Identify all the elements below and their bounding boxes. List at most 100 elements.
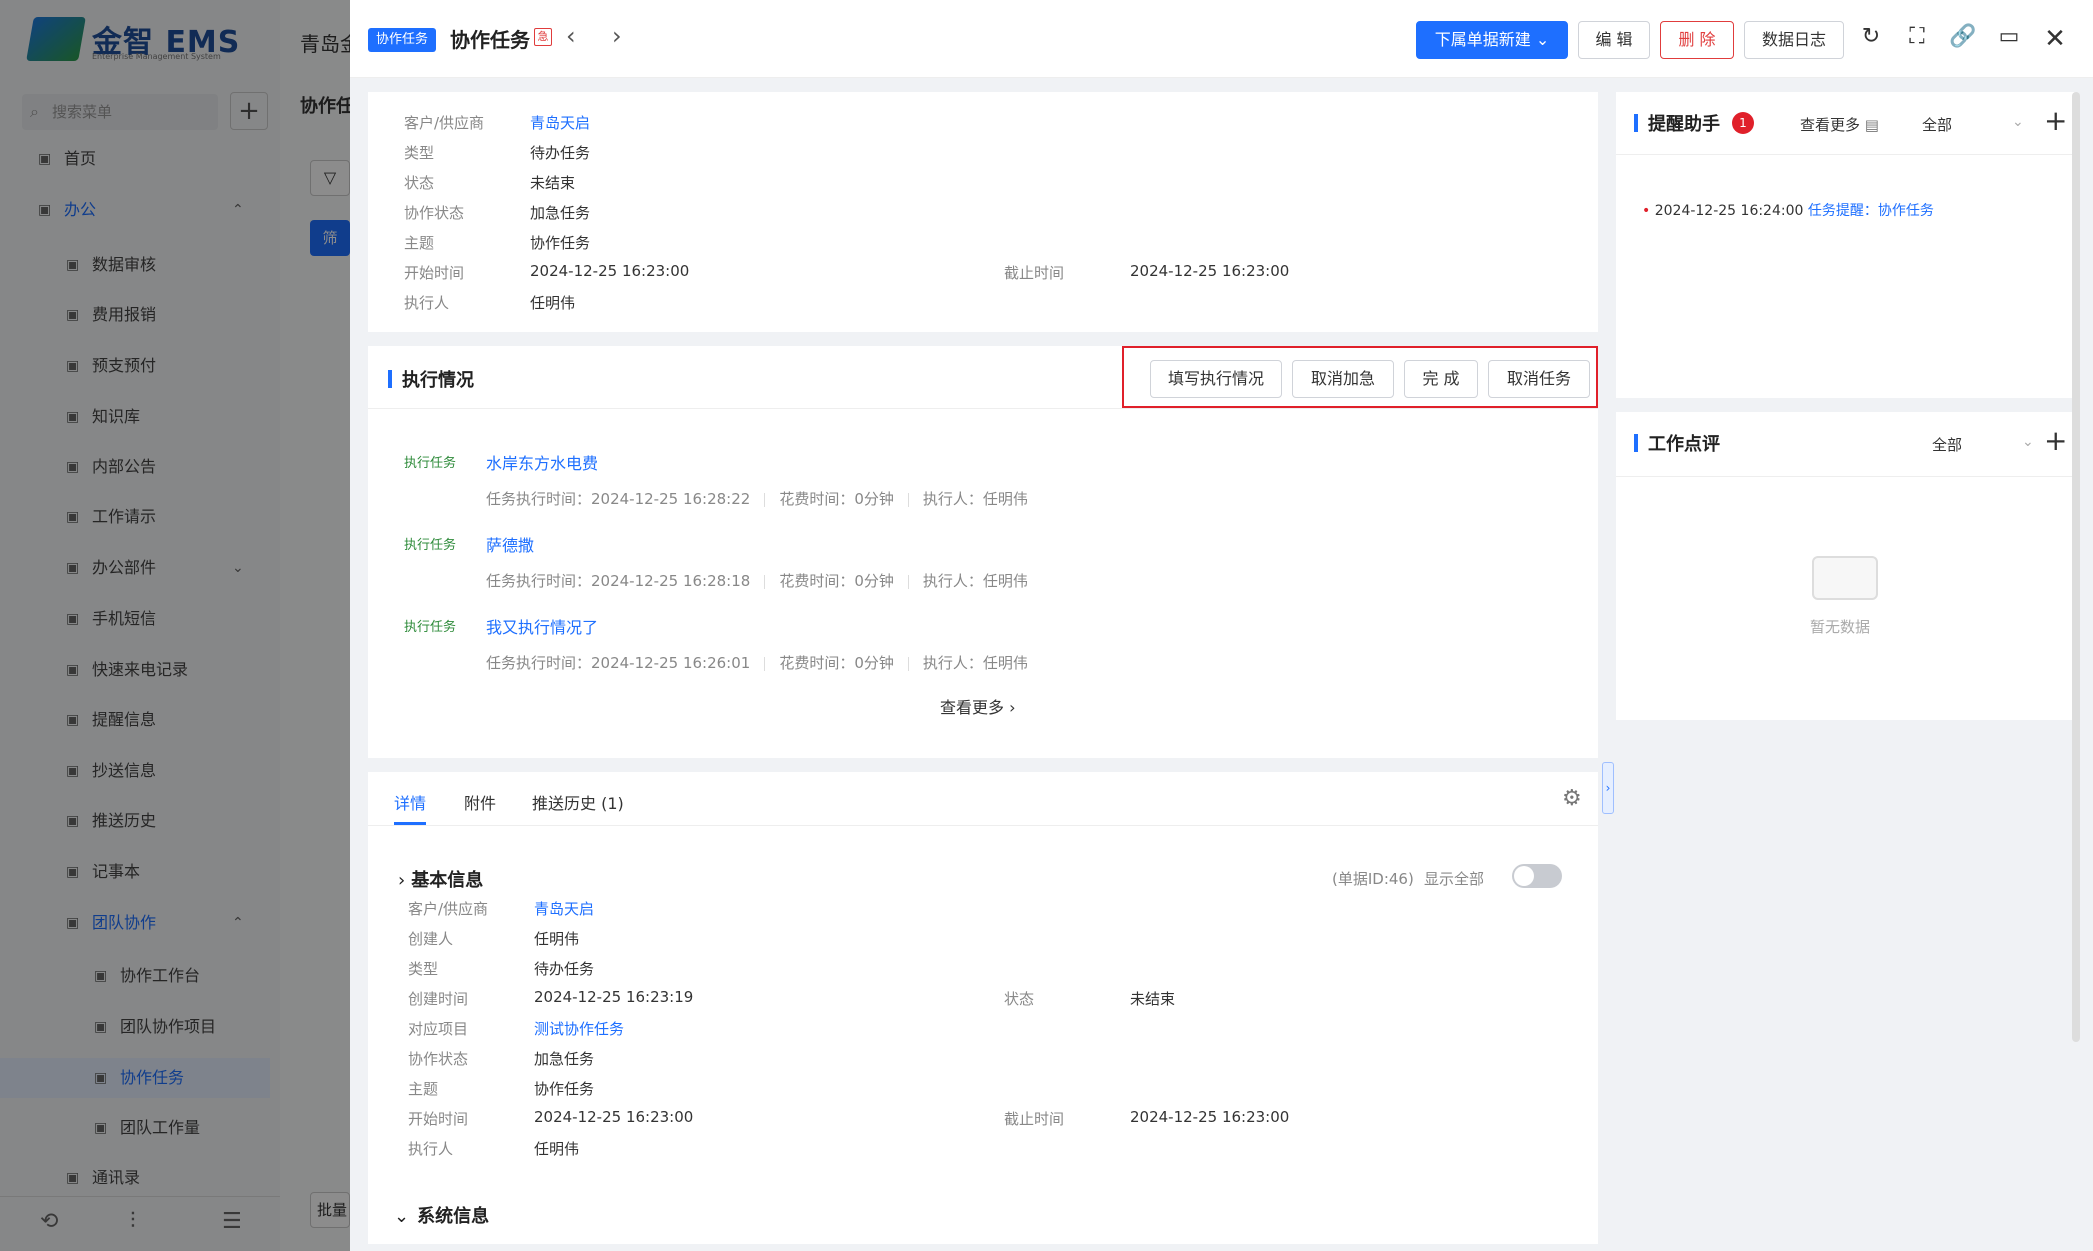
field-label: 执行人 — [404, 294, 450, 312]
tab-details[interactable]: 详情 — [394, 790, 426, 814]
execution-cost: 花费时间：0分钟 — [779, 572, 894, 590]
chevron-down-icon[interactable]: ⌄ — [2022, 434, 2034, 450]
prev-record-icon[interactable]: ‹ — [566, 22, 576, 50]
execution-executor: 执行人：任明伟 — [922, 654, 1028, 672]
execution-executor: 执行人：任明伟 — [922, 572, 1028, 590]
detail-card: 详情 附件 推送历史 (1) ⚙ › 基本信息 (单据ID:46) 显示全部 客户… — [368, 772, 1598, 1244]
chevron-down-icon: ⌄ — [394, 1206, 410, 1227]
modal-overlay[interactable] — [0, 0, 350, 1251]
chevron-down-icon: ⌄ — [1535, 30, 1550, 49]
execution-title: 执行情况 — [388, 366, 474, 392]
field-label: 执行人 — [408, 1140, 454, 1158]
execution-time: 任务执行时间：2024-12-25 16:28:18 — [486, 572, 751, 590]
divider — [368, 825, 1598, 826]
complete-button[interactable]: 完 成 — [1404, 360, 1478, 398]
reminder-item[interactable]: • 2024-12-25 16:24:00 任务提醒：协作任务 — [1642, 200, 1934, 220]
chevron-right-icon: › — [1009, 698, 1016, 717]
divider — [1616, 476, 2076, 477]
field-value[interactable]: 测试协作任务 — [534, 1018, 624, 1039]
urgent-icon: 急 — [534, 28, 552, 46]
view-more-label: 查看更多 — [940, 698, 1005, 717]
data-log-button[interactable]: 数据日志 — [1744, 21, 1844, 59]
field-label: 状态 — [1004, 990, 1035, 1008]
cancel-task-button[interactable]: 取消任务 — [1488, 360, 1590, 398]
reminder-link[interactable]: 任务提醒：协作任务 — [1808, 203, 1934, 219]
execution-cost: 花费时间：0分钟 — [779, 654, 894, 672]
drawer-header: 协作任务 协作任务 急 ‹ › 下属单据新建 ⌄ 编 辑 删 除 数据日志 ↻ … — [350, 0, 2093, 78]
field-label: 开始时间 — [404, 264, 465, 282]
field-value[interactable]: 青岛天启 — [534, 898, 594, 919]
field-label: 开始时间 — [408, 1110, 469, 1128]
execution-time: 任务执行时间：2024-12-25 16:26:01 — [486, 654, 751, 672]
scrollbar[interactable] — [2072, 92, 2080, 1042]
field-label: 截止时间 — [1004, 1110, 1065, 1128]
field-value[interactable]: 青岛天启 — [530, 112, 590, 133]
layout-icon[interactable]: ▭ — [1994, 24, 2024, 49]
execution-title-link[interactable]: 萨德撒 — [486, 532, 534, 556]
tab-attachments[interactable]: 附件 — [464, 790, 496, 814]
field-label: 主题 — [404, 234, 435, 252]
delete-button[interactable]: 删 除 — [1660, 21, 1734, 59]
field-value: 未结束 — [530, 174, 576, 192]
task-detail-drawer: 协作任务 协作任务 急 ‹ › 下属单据新建 ⌄ 编 辑 删 除 数据日志 ↻ … — [350, 0, 2093, 1251]
divider — [1616, 154, 2076, 155]
field-label: 创建时间 — [408, 990, 469, 1008]
field-label: 协作状态 — [408, 1050, 469, 1068]
review-card: 工作点评 全部 ⌄ + 暂无数据 — [1616, 412, 2076, 720]
execution-meta: 任务执行时间：2024-12-25 16:26:01 花费时间：0分钟 执行人：任明… — [486, 652, 1028, 673]
new-sub-record-button[interactable]: 下属单据新建 ⌄ — [1416, 21, 1568, 59]
system-info-title: 系统信息 — [417, 1206, 490, 1227]
system-info-header[interactable]: ⌄ 系统信息 — [394, 1202, 489, 1228]
book-icon: ▤ — [1864, 116, 1879, 134]
add-review-icon[interactable]: + — [2044, 424, 2067, 457]
execution-title-link[interactable]: 我又执行情况了 — [486, 614, 598, 638]
cancel-urgent-button[interactable]: 取消加急 — [1292, 360, 1394, 398]
reminder-title: 提醒助手 — [1634, 110, 1720, 136]
divider — [368, 408, 1598, 409]
drawer-title: 协作任务 — [450, 28, 530, 52]
field-value: 任明伟 — [534, 930, 580, 948]
edit-button[interactable]: 编 辑 — [1578, 21, 1650, 59]
execution-time: 任务执行时间：2024-12-25 16:28:22 — [486, 490, 751, 508]
review-filter-select[interactable]: 全部 — [1932, 434, 1962, 455]
new-sub-record-label: 下属单据新建 — [1434, 30, 1531, 49]
field-value: 加急任务 — [530, 204, 591, 222]
collapse-panel-icon[interactable]: › — [1602, 762, 1614, 814]
reminder-filter-select[interactable]: 全部 — [1922, 114, 1952, 135]
view-more-link[interactable]: 查看更多 › — [940, 694, 1016, 718]
field-label: 创建人 — [408, 930, 454, 948]
reminder-time: 2024-12-25 16:24:00 — [1654, 203, 1804, 219]
next-record-icon[interactable]: › — [612, 22, 622, 50]
execution-meta: 任务执行时间：2024-12-25 16:28:22 花费时间：0分钟 执行人：任明… — [486, 488, 1028, 509]
execution-card: 执行情况 填写执行情况 取消加急 完 成 取消任务 执行任务 水岸东方水电费 任务执… — [368, 346, 1598, 758]
fill-execution-button[interactable]: 填写执行情况 — [1150, 360, 1282, 398]
field-label: 客户/供应商 — [408, 900, 489, 918]
field-label: 类型 — [408, 960, 439, 978]
gear-icon[interactable]: ⚙ — [1562, 786, 1582, 811]
show-all-toggle[interactable] — [1512, 864, 1562, 888]
execution-meta: 任务执行时间：2024-12-25 16:28:18 花费时间：0分钟 执行人：任明… — [486, 570, 1028, 591]
link-icon[interactable]: 🔗 — [1948, 24, 1978, 49]
field-label: 状态 — [404, 174, 435, 192]
field-value: 2024-12-25 16:23:00 — [534, 1108, 694, 1126]
basic-info-header[interactable]: › 基本信息 — [398, 866, 483, 892]
review-title: 工作点评 — [1634, 430, 1720, 456]
field-value: 2024-12-25 16:23:00 — [530, 262, 690, 280]
field-label: 截止时间 — [1004, 264, 1065, 282]
reminder-view-more[interactable]: 查看更多 ▤ — [1800, 114, 1879, 135]
chevron-right-icon: › — [398, 870, 406, 891]
fullscreen-icon[interactable]: ⛶ — [1902, 24, 1932, 49]
field-value: 2024-12-25 16:23:00 — [1130, 1108, 1290, 1126]
execution-cost: 花费时间：0分钟 — [779, 490, 894, 508]
tab-push-history[interactable]: 推送历史 (1) — [532, 790, 624, 814]
execution-title-link[interactable]: 水岸东方水电费 — [486, 450, 598, 474]
refresh-icon[interactable]: ↻ — [1856, 24, 1886, 49]
field-value: 任明伟 — [534, 1140, 580, 1158]
field-value: 2024-12-25 16:23:19 — [534, 988, 694, 1006]
reminder-view-more-label: 查看更多 — [1800, 116, 1861, 134]
field-label: 对应项目 — [408, 1020, 469, 1038]
chevron-down-icon[interactable]: ⌄ — [2012, 114, 2024, 130]
close-icon[interactable]: ✕ — [2040, 24, 2070, 54]
field-value: 协作任务 — [530, 234, 591, 252]
add-reminder-icon[interactable]: + — [2044, 104, 2067, 137]
